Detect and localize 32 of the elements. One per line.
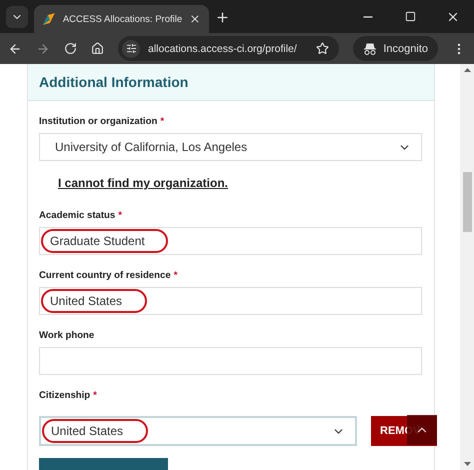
incognito-icon	[363, 42, 378, 54]
field-label: Academic status *	[39, 210, 123, 221]
scrollbar-thumb[interactable]	[462, 172, 472, 232]
tab-list-button[interactable]	[6, 6, 28, 28]
organization-link[interactable]: I cannot find my organization.	[58, 176, 422, 190]
bookmark-star-icon[interactable]	[316, 42, 330, 55]
citizenship-select[interactable]: United States	[39, 416, 357, 446]
field-label: Current country of residence *	[39, 270, 178, 281]
close-tab-icon[interactable]	[189, 13, 201, 25]
address-bar[interactable]: allocations.access-ci.org/profile/	[118, 36, 340, 61]
forward-icon[interactable]	[36, 42, 50, 56]
input-field[interactable]: Graduate Student	[39, 227, 422, 255]
input-field[interactable]	[39, 347, 422, 375]
field-label: Work phone	[39, 330, 96, 341]
browser-tab[interactable]: ACCESS Allocations: Profile	[34, 5, 209, 33]
maximize-icon[interactable]	[405, 11, 416, 22]
incognito-button[interactable]: Incognito	[353, 36, 438, 61]
section-title: Additional Information	[39, 74, 188, 90]
new-tab-icon[interactable]	[215, 10, 230, 25]
institution-select[interactable]: University of California, Los Angeles	[39, 133, 422, 161]
scroll-up-icon[interactable]	[464, 68, 470, 72]
sliders-icon	[126, 43, 136, 54]
field-label: Institution or organization *	[39, 116, 166, 127]
reload-icon[interactable]	[64, 42, 77, 55]
field-label: Citizenship *	[39, 390, 98, 401]
home-icon[interactable]	[91, 42, 104, 55]
back-icon[interactable]	[8, 42, 22, 56]
scroll-down-icon[interactable]	[464, 462, 470, 466]
site-logo-icon	[42, 12, 56, 26]
site-info-button[interactable]	[122, 40, 140, 58]
input-field[interactable]: United States	[39, 287, 422, 315]
scrollbar[interactable]	[460, 64, 474, 470]
